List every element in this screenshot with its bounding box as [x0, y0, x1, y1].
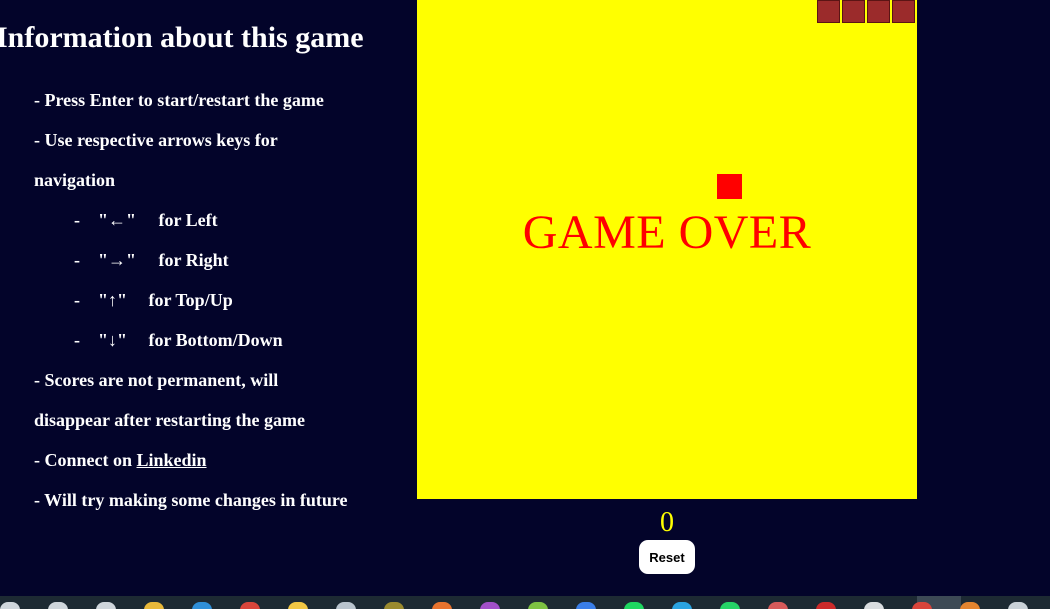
orange-circle-icon[interactable]	[960, 602, 980, 609]
game-board[interactable]: GAME OVER	[417, 0, 917, 499]
left-arrow-desc: for Left	[158, 210, 218, 230]
vscode-icon[interactable]	[192, 602, 212, 609]
notepad-icon[interactable]	[336, 602, 356, 609]
info-title: Information about this game	[0, 21, 364, 54]
chrome-icon[interactable]	[240, 602, 260, 609]
green-app-icon[interactable]	[528, 602, 548, 609]
whatsapp-icon[interactable]	[720, 602, 740, 609]
food	[717, 174, 742, 199]
key-up-item: - "↑" for Top/Up	[34, 280, 404, 320]
snake-segment	[817, 0, 840, 23]
blue-app-icon[interactable]	[576, 602, 596, 609]
info-nav-2: navigation	[34, 170, 116, 190]
info-connect: - Connect on Linkedin	[34, 450, 207, 470]
search-icon[interactable]	[48, 602, 68, 609]
right-arrow-desc: for Right	[158, 250, 229, 270]
down-arrow-desc: for Bottom/Down	[148, 330, 283, 350]
orange-app-icon[interactable]	[432, 602, 452, 609]
key-left-item: - "←" for Left	[34, 200, 404, 240]
info-start: - Press Enter to start/restart the game	[34, 90, 324, 110]
files-icon[interactable]	[864, 602, 884, 609]
key-down-item: - "↓" for Bottom/Down	[34, 320, 404, 360]
info-future: - Will try making some changes in future	[34, 490, 348, 510]
taskbar	[0, 596, 1050, 609]
game-over-text: GAME OVER	[522, 206, 812, 259]
red-app-icon[interactable]	[816, 602, 836, 609]
left-arrow-key: "←"	[98, 210, 136, 230]
purple-app-icon[interactable]	[480, 602, 500, 609]
key-right-item: - "→" for Right	[34, 240, 404, 280]
app-m-icon[interactable]	[384, 602, 404, 609]
reset-button[interactable]: Reset	[639, 540, 695, 574]
task-view-icon[interactable]	[96, 602, 116, 609]
window-icon[interactable]	[1008, 602, 1028, 609]
info-list: - Press Enter to start/restart the game …	[34, 80, 404, 520]
right-arrow-key: "→"	[98, 250, 136, 270]
chrome-active-icon[interactable]	[912, 602, 932, 609]
down-arrow-key: "↓"	[98, 330, 127, 350]
file-explorer-icon[interactable]	[144, 602, 164, 609]
linkedin-link[interactable]: Linkedin	[137, 450, 207, 470]
spotify-icon[interactable]	[624, 602, 644, 609]
windows-icon[interactable]	[0, 602, 20, 609]
score: 0	[660, 507, 674, 538]
up-arrow-key: "↑"	[98, 290, 127, 310]
paint-icon[interactable]	[288, 602, 308, 609]
up-arrow-desc: for Top/Up	[148, 290, 233, 310]
snake-segment	[867, 0, 890, 23]
info-nav-1: - Use respective arrows keys for	[34, 130, 278, 150]
pencil-icon[interactable]	[768, 602, 788, 609]
info-scores-2: disappear after restarting the game	[34, 410, 305, 430]
telegram-icon[interactable]	[672, 602, 692, 609]
snake-segment	[892, 0, 915, 23]
info-scores-1: - Scores are not permanent, will	[34, 370, 279, 390]
snake-segment	[842, 0, 865, 23]
